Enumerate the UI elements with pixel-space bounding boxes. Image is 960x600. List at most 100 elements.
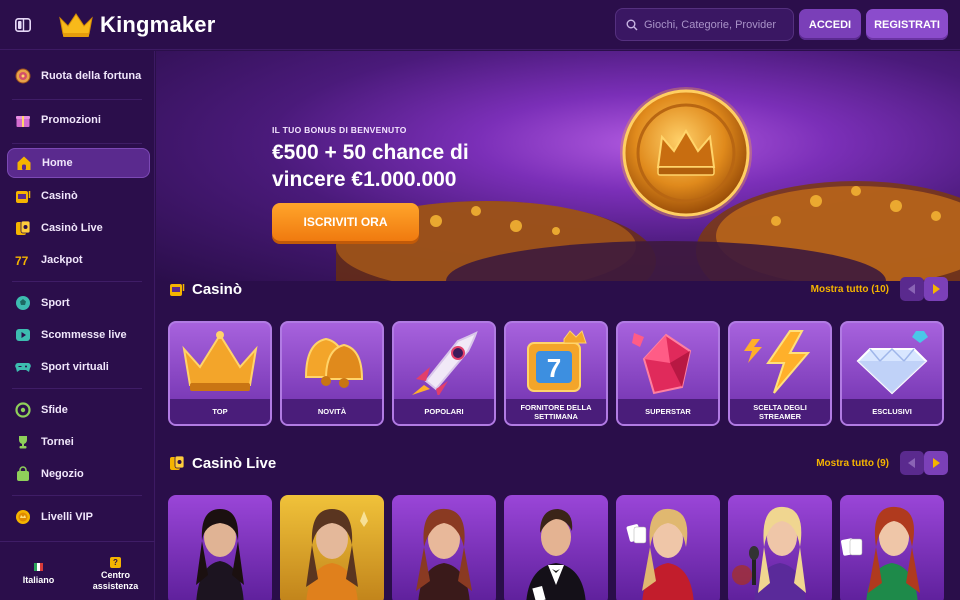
register-button[interactable]: REGISTRATI <box>866 9 948 40</box>
live-dealer-card[interactable] <box>728 495 832 600</box>
sidebar-divider <box>12 99 142 100</box>
search-input[interactable] <box>644 18 784 31</box>
crown-icon <box>182 331 258 391</box>
sidebar-item-casino-live[interactable]: Casinò Live <box>7 213 150 243</box>
category-card-esclusivi[interactable]: ESCLUSIVI <box>840 321 944 426</box>
fortune-wheel-icon <box>14 67 32 85</box>
signup-cta-button[interactable]: ISCRIVITI ORA <box>272 203 419 241</box>
category-label: TOP <box>170 399 270 424</box>
search-box[interactable] <box>615 8 794 41</box>
live-dealer-card[interactable] <box>168 495 272 600</box>
sidebar-divider <box>12 495 142 496</box>
category-label: SCELTA DEGLI STREAMER <box>730 399 830 424</box>
dealer-portrait-image <box>416 508 472 600</box>
live-cards-icon <box>14 219 32 237</box>
slot-machine-icon <box>170 284 185 296</box>
live-dealer-card[interactable] <box>840 495 944 600</box>
search-icon <box>626 19 638 30</box>
casino-live-section-header: Casinò Live Mostra tutto (9) <box>168 450 948 476</box>
sidebar-item-label: Sport virtuali <box>41 361 109 373</box>
sidebar-item-sport[interactable]: Sport <box>7 288 150 318</box>
main-content: IL TUO BONUS DI BENVENUTO €500 + 50 chan… <box>156 51 960 600</box>
brand-name: Kingmaker <box>100 11 216 37</box>
top-header: Kingmaker ACCEDI REGISTRATI <box>0 0 960 50</box>
sidebar-item-promozioni[interactable]: Promozioni <box>7 105 150 135</box>
sidebar-divider <box>12 143 142 144</box>
sidebar-item-label: Tornei <box>41 436 74 448</box>
sidebar-item-negozio[interactable]: Negozio <box>7 459 150 489</box>
bell-icon <box>304 337 364 388</box>
category-card-popolari[interactable]: POPOLARI <box>392 321 496 426</box>
category-label: POPOLARI <box>394 399 494 424</box>
sidebar-item-label: Casinò Live <box>41 222 103 234</box>
category-card-top[interactable]: TOP <box>168 321 272 426</box>
sidebar-item-label: Jackpot <box>41 254 83 266</box>
sidebar-item-sport-virtuali[interactable]: Sport virtuali <box>7 352 150 382</box>
crown-logo-icon <box>59 12 93 37</box>
sidebar-item-home[interactable]: Home <box>7 148 150 178</box>
dealer-portrait-image <box>626 508 694 600</box>
sidebar-item-label: Negozio <box>41 468 84 480</box>
sidebar-item-label: Promozioni <box>41 114 101 126</box>
casino-categories-row: TOP NOVITÀ POPOLARI 7 FORNITORE DELLA SE… <box>168 321 948 426</box>
help-center-link[interactable]: ? Centro assistenza <box>77 551 154 600</box>
home-icon <box>15 154 33 172</box>
live-dealers-row <box>168 495 948 600</box>
ruby-icon <box>632 333 692 395</box>
dealer-portrait-image <box>196 509 244 600</box>
live-cards-icon <box>170 455 185 470</box>
category-label: SUPERSTAR <box>618 399 718 424</box>
dealer-portrait-image <box>526 509 586 600</box>
live-dealer-card[interactable] <box>392 495 496 600</box>
login-button[interactable]: ACCEDI <box>799 9 861 40</box>
slot-machine-icon <box>14 187 32 205</box>
casino-section-title: Casinò <box>192 280 243 298</box>
diamond-icon <box>856 331 928 395</box>
dealer-portrait-image <box>841 506 920 600</box>
trophy-icon <box>14 433 32 451</box>
chevron-left-icon <box>908 458 915 468</box>
sidebar-item-label: Scommesse live <box>41 329 127 341</box>
svg-text:77: 77 <box>15 254 29 268</box>
sidebar-divider <box>12 281 142 282</box>
category-card-scelta-degli-streamer[interactable]: SCELTA DEGLI STREAMER <box>728 321 832 426</box>
vip-coin-icon <box>14 508 32 526</box>
category-label: FORNITORE DELLA SETTIMANA <box>506 399 606 424</box>
brand-logo[interactable]: Kingmaker <box>58 12 216 38</box>
help-center-label-line1: Centro <box>101 570 130 580</box>
casino-next-button[interactable] <box>924 277 948 301</box>
challenge-icon <box>14 401 32 419</box>
casino-live-show-all-link[interactable]: Mostra tutto (9) <box>816 458 889 469</box>
sidebar-item-livelli-vip[interactable]: Livelli VIP <box>7 502 150 532</box>
slot-seven-icon: 7 <box>527 330 587 392</box>
category-card-superstar[interactable]: SUPERSTAR <box>616 321 720 426</box>
live-dealer-card[interactable] <box>504 495 608 600</box>
language-selector[interactable]: Italiano <box>0 551 77 600</box>
sidebar-item-label: Livelli VIP <box>41 511 93 523</box>
casino-live-next-button[interactable] <box>924 451 948 475</box>
casino-live-prev-button[interactable] <box>900 451 924 475</box>
sidebar-item-casino[interactable]: Casinò <box>7 181 150 211</box>
hero-banner: IL TUO BONUS DI BENVENUTO €500 + 50 chan… <box>156 51 960 281</box>
casino-prev-button[interactable] <box>900 277 924 301</box>
live-dealer-card[interactable] <box>280 495 384 600</box>
sidebar-divider <box>0 541 155 542</box>
sidebar-toggle-icon <box>15 17 31 32</box>
sidebar-item-ruota-della-fortuna[interactable]: Ruota della fortuna <box>7 61 150 91</box>
sidebar-item-jackpot[interactable]: 77 Jackpot <box>7 245 150 275</box>
live-dealer-card[interactable] <box>616 495 720 600</box>
category-card-novita[interactable]: NOVITÀ <box>280 321 384 426</box>
lightning-icon <box>744 330 811 394</box>
language-label: Italiano <box>22 575 55 585</box>
casino-show-all-link[interactable]: Mostra tutto (10) <box>811 284 889 295</box>
sidebar-item-sfide[interactable]: Sfide <box>7 395 150 425</box>
sidebar-item-tornei[interactable]: Tornei <box>7 427 150 457</box>
help-icon: ? <box>110 557 121 568</box>
hero-title: €500 + 50 chance di vincere €1.000.000 <box>272 139 522 193</box>
category-card-fornitore-della-settimana[interactable]: 7 FORNITORE DELLA SETTIMANA <box>504 321 608 426</box>
sidebar-item-scommesse-live[interactable]: Scommesse live <box>7 320 150 350</box>
sidebar-item-label: Home <box>42 157 73 169</box>
rocket-icon <box>412 331 478 395</box>
hero-title-line2: vincere €1.000.000 <box>272 168 457 191</box>
sidebar-toggle-button[interactable] <box>0 0 46 50</box>
